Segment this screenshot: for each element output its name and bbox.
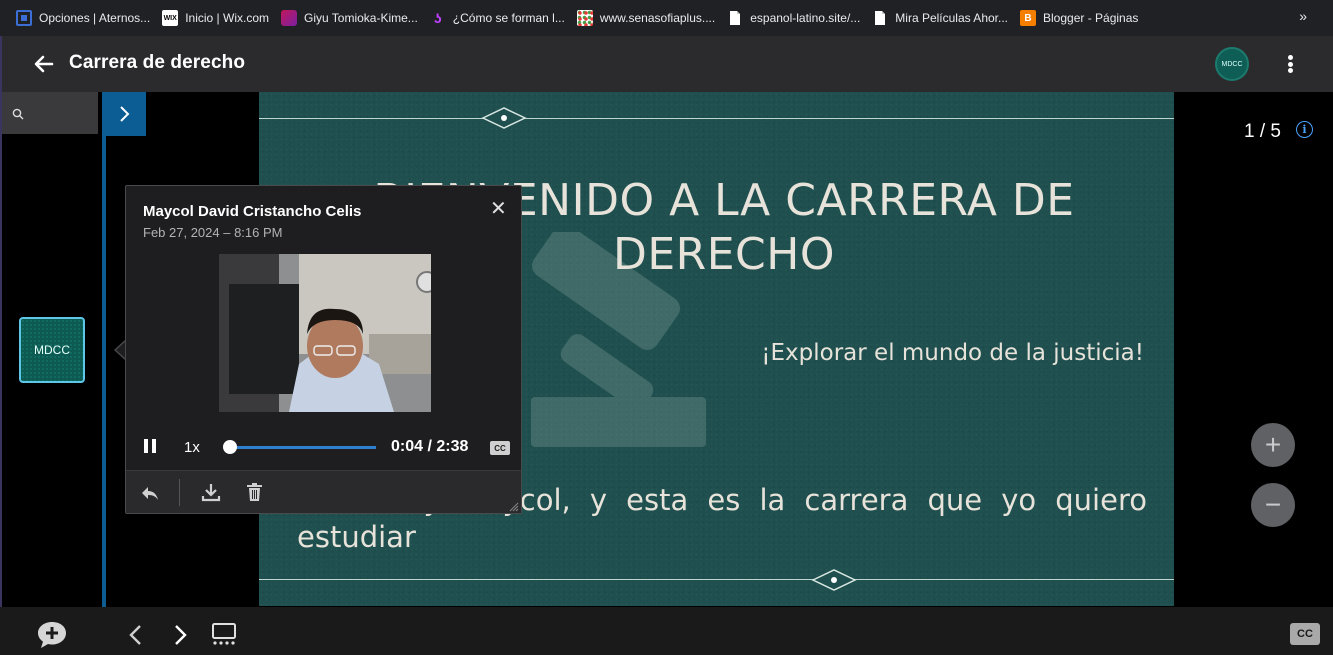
playback-speed[interactable]: 1x [184, 439, 200, 456]
user-avatar[interactable]: MDCC [1215, 47, 1249, 81]
comment-actions [126, 470, 521, 513]
page-icon [875, 11, 886, 25]
bookmark-espanol[interactable]: espanol-latino.site/... [721, 5, 866, 31]
action-divider [179, 479, 180, 506]
swirl-icon: ʖ [433, 10, 442, 26]
previous-slide-icon[interactable] [126, 623, 144, 647]
bookmarks-overflow-icon[interactable]: » [1299, 8, 1307, 24]
slide-divider-bottom [259, 579, 1174, 580]
bottom-toolbar [0, 607, 1333, 655]
download-icon[interactable] [201, 482, 221, 502]
pause-icon[interactable] [144, 439, 156, 453]
bookmark-label: Mira Películas Ahor... [895, 11, 1008, 25]
back-arrow-icon[interactable] [32, 52, 56, 76]
seek-bar[interactable] [226, 446, 376, 449]
bookmark-blogger[interactable]: B Blogger - Páginas [1014, 5, 1144, 31]
chevron-right-icon [120, 106, 130, 122]
minus-icon: − [1264, 489, 1282, 520]
close-icon[interactable]: ✕ [490, 199, 507, 219]
reply-icon[interactable] [140, 483, 160, 503]
anime-icon [280, 10, 297, 26]
sena-icon [576, 10, 593, 26]
info-icon[interactable]: i [1296, 121, 1313, 138]
diamond-ornament [811, 569, 857, 591]
aternos-icon [16, 10, 32, 26]
bookmark-aternos[interactable]: Opciones | Aternos... [10, 5, 156, 31]
comment-author: Maycol David Cristancho Celis [143, 203, 362, 220]
search-icon [12, 108, 24, 120]
bookmark-label: Opciones | Aternos... [39, 11, 151, 25]
slide-grid-icon[interactable] [211, 621, 237, 647]
seek-handle[interactable] [222, 440, 237, 454]
page-icon [730, 11, 741, 25]
resize-handle-icon[interactable] [509, 502, 519, 512]
bookmark-label: espanol-latino.site/... [750, 11, 861, 25]
expand-sidebar-button[interactable] [102, 92, 146, 136]
comment-timestamp: Feb 27, 2024 – 8:16 PM [143, 225, 283, 240]
bookmark-label: www.senasofiaplus.... [599, 11, 716, 25]
bookmark-label: Blogger - Páginas [1043, 11, 1139, 25]
playback-time: 0:04 / 2:38 [391, 438, 469, 455]
bookmark-como[interactable]: ʖ ¿Cómo se forman l... [424, 5, 571, 31]
zoom-out-button[interactable]: − [1251, 483, 1295, 527]
more-options-icon[interactable] [1280, 52, 1300, 76]
app-header: Carrera de derecho MDCC [0, 36, 1333, 92]
next-slide-icon[interactable] [172, 623, 190, 647]
video-player[interactable] [219, 254, 431, 412]
comment-thumbnail[interactable]: MDCC [19, 317, 85, 383]
slide-divider-top [259, 118, 1174, 119]
bookmarks-bar: Opciones | Aternos... WIX Inicio | Wix.c… [0, 0, 1333, 36]
bookmark-label: Giyu Tomioka-Kime... [303, 11, 418, 25]
timeline-track [102, 136, 106, 655]
zoom-in-button[interactable]: + [1251, 423, 1295, 467]
bookmark-label: ¿Cómo se forman l... [452, 11, 565, 25]
app-root: Opciones | Aternos... WIX Inicio | Wix.c… [0, 0, 1333, 655]
video-comment-popup: Maycol David Cristancho Celis Feb 27, 20… [125, 185, 522, 514]
blogger-icon: B [1020, 10, 1036, 26]
bookmark-peliculas[interactable]: Mira Películas Ahor... [866, 5, 1014, 31]
delete-icon[interactable] [246, 482, 263, 502]
slide-subtitle: ¡Explorar el mundo de la justicia! [761, 340, 1144, 366]
wix-icon: WIX [162, 10, 179, 26]
captions-button[interactable]: CC [1290, 623, 1320, 645]
captions-toggle[interactable]: CC [490, 441, 510, 455]
page-title: Carrera de derecho [69, 52, 246, 73]
page-indicator: 1 / 5 [1244, 121, 1281, 142]
media-controls: 1x 0:04 / 2:38 CC [126, 426, 523, 470]
bookmark-label: Inicio | Wix.com [185, 11, 269, 25]
add-comment-icon[interactable] [36, 620, 68, 650]
diamond-ornament [481, 107, 527, 129]
webcam-frame [219, 254, 431, 412]
bookmark-wix[interactable]: WIX Inicio | Wix.com [156, 5, 275, 31]
plus-icon: + [1264, 429, 1282, 460]
bookmark-giyu[interactable]: Giyu Tomioka-Kime... [275, 5, 424, 31]
bookmark-sena[interactable]: www.senasofiaplus.... [571, 5, 721, 31]
